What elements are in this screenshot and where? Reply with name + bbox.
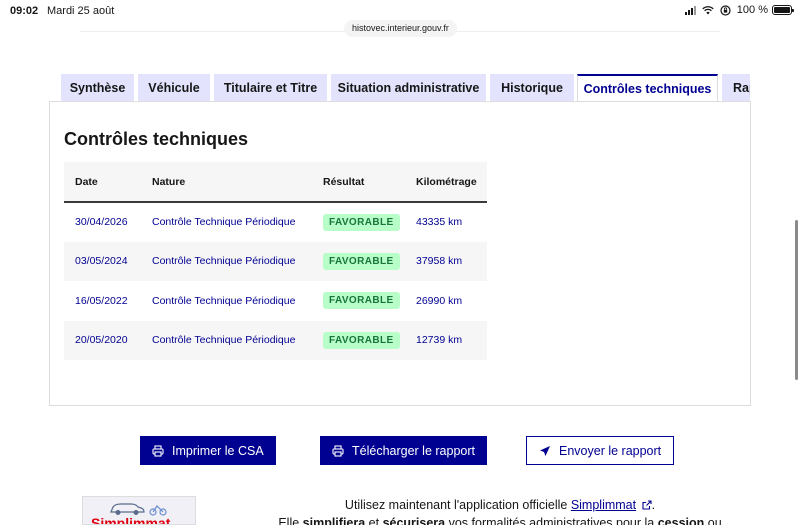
tab-historique[interactable]: Historique: [490, 74, 574, 102]
column-header-date: Date: [64, 162, 141, 203]
cell-nature: Contrôle Technique Périodique: [152, 294, 296, 307]
promo-line-2: Elle simplifiera et sécurisera vos forma…: [240, 514, 760, 525]
promo-text-segment: Utilisez maintenant l'application offici…: [344, 498, 571, 512]
status-bar: 09:02 Mardi 25 août 100 %: [0, 0, 800, 22]
status-badge: FAVORABLE: [323, 213, 400, 231]
send-report-label: Envoyer le rapport: [559, 443, 662, 458]
simplimmat-logo[interactable]: Simplimmat: [82, 496, 196, 525]
tab-titulaire-titre[interactable]: Titulaire et Titre: [214, 74, 327, 102]
printer-icon: [152, 444, 164, 457]
status-indicators: 100 %: [684, 4, 768, 16]
cell-kilometrage: 12739 km: [405, 320, 487, 360]
battery-level: [774, 7, 790, 13]
cell-kilometrage: 43335 km: [416, 216, 463, 229]
wifi-icon: [702, 6, 714, 15]
promo-text-segment: et: [365, 516, 383, 525]
simplimmat-link[interactable]: Simplimmat: [571, 498, 636, 512]
print-csa-label: Imprimer le CSA: [172, 443, 264, 458]
promo-text-segment: .: [651, 498, 656, 512]
table-row: 16/05/2022 Contrôle Technique Périodique…: [64, 281, 487, 321]
address-bar[interactable]: histovec.interieur.gouv.fr: [344, 20, 457, 37]
promo-text-segment: vos formalités administratives pour la: [445, 516, 658, 525]
cellular-signal-icon: [684, 5, 696, 15]
status-date: Mardi 25 août: [47, 5, 115, 17]
promo-line-1: Utilisez maintenant l'application offici…: [240, 496, 760, 514]
battery-percentage: 100 %: [736, 4, 768, 16]
orientation-lock-icon: [720, 4, 731, 16]
send-arrow-icon: [540, 445, 550, 456]
status-time: 09:02: [10, 5, 39, 17]
cell-date: 30/04/2026: [75, 216, 128, 229]
cell-nature: Contrôle Technique Périodique: [141, 241, 312, 281]
promo-text-segment: Elle: [278, 516, 303, 525]
status-badge: FAVORABLE: [323, 292, 400, 310]
cell-kilometrage: 37958 km: [405, 241, 487, 281]
logo-brand-text: Simplimmat: [91, 515, 171, 525]
panel-title: Contrôles techniques: [64, 129, 249, 149]
printer-icon: [332, 444, 344, 457]
column-header-resultat: Résultat: [312, 162, 405, 203]
table-row: 03/05/2024 Contrôle Technique Périodique…: [64, 241, 487, 281]
cell-date: 03/05/2024: [64, 241, 141, 281]
simplimmat-promo-text: Utilisez maintenant l'application offici…: [240, 496, 760, 525]
cell-nature: Contrôle Technique Périodique: [152, 216, 296, 229]
download-report-button[interactable]: Télécharger le rapport: [320, 436, 487, 465]
tab-bar: Synthèse Véhicule Titulaire et Titre Sit…: [61, 74, 750, 102]
tab-vehicule[interactable]: Véhicule: [138, 74, 210, 102]
tab-rapport[interactable]: Rap: [722, 74, 750, 102]
cell-kilometrage: 26990 km: [416, 294, 463, 307]
tab-panel-controles-techniques: Contrôles techniques Date Nature Résulta…: [49, 101, 751, 406]
status-badge: FAVORABLE: [323, 331, 400, 349]
cell-date: 20/05/2020: [64, 320, 141, 360]
promo-bold-text: cession: [657, 516, 705, 525]
inspection-table: Date Nature Résultat Kilométrage 30/04/2…: [64, 162, 487, 360]
download-report-label: Télécharger le rapport: [352, 443, 475, 458]
cell-date: 16/05/2022: [75, 294, 128, 307]
table-row: 30/04/2026 Contrôle Technique Périodique…: [64, 202, 487, 242]
send-report-button[interactable]: Envoyer le rapport: [526, 436, 675, 465]
column-header-nature: Nature: [141, 162, 312, 203]
cell-resultat: FAVORABLE: [312, 241, 405, 281]
status-badge: FAVORABLE: [323, 252, 400, 270]
page-scrollbar[interactable]: [795, 220, 798, 380]
table-row: 20/05/2020 Contrôle Technique Périodique…: [64, 320, 487, 360]
cell-resultat: FAVORABLE: [312, 202, 405, 242]
table-header-row: Date Nature Résultat Kilométrage: [64, 162, 487, 203]
promo-bold-text: sécurisera: [382, 516, 446, 525]
cell-resultat: FAVORABLE: [312, 281, 405, 321]
print-csa-button[interactable]: Imprimer le CSA: [140, 436, 276, 465]
battery-icon: [772, 5, 794, 15]
external-link-icon: [642, 500, 652, 510]
promo-text-segment: ou: [704, 516, 722, 525]
tab-synthese[interactable]: Synthèse: [61, 74, 134, 102]
tab-controles-techniques[interactable]: Contrôles techniques: [577, 74, 718, 102]
tab-situation-administrative[interactable]: Situation administrative: [331, 74, 486, 102]
cell-nature: Contrôle Technique Périodique: [141, 320, 312, 360]
cell-resultat: FAVORABLE: [312, 320, 405, 360]
column-header-kilometrage: Kilométrage: [405, 162, 487, 203]
promo-bold-text: simplifiera: [302, 516, 366, 525]
